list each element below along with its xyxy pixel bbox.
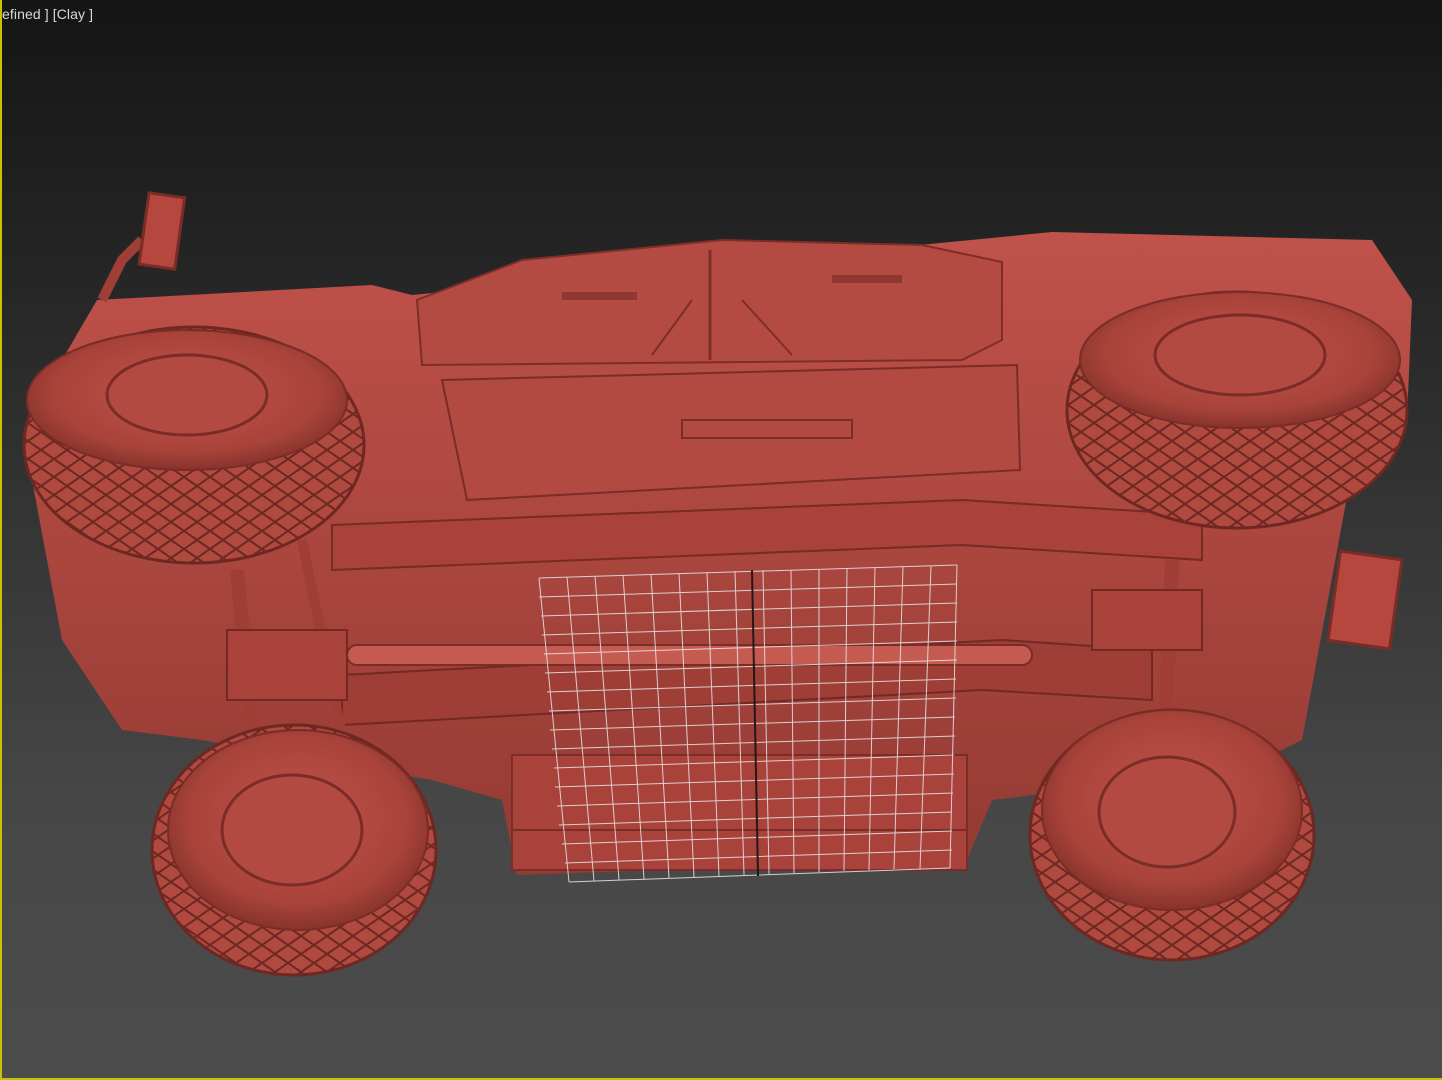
vehicle-model[interactable] bbox=[2, 0, 1442, 1080]
wheel-rear-right bbox=[1028, 708, 1316, 962]
wheel-front-right bbox=[1065, 290, 1409, 530]
wheel-rear-left bbox=[150, 723, 438, 977]
3d-viewport[interactable]: efined ] [Clay ] bbox=[0, 0, 1442, 1080]
wheel-front-left bbox=[22, 325, 366, 565]
viewport-shading-label[interactable]: efined ] [Clay ] bbox=[2, 6, 93, 22]
